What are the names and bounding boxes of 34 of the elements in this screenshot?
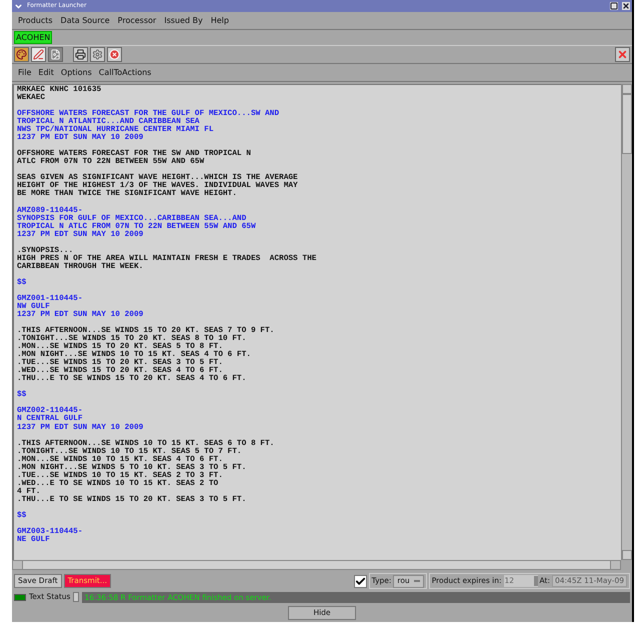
close-icon[interactable] xyxy=(622,2,630,10)
pencil-icon xyxy=(33,49,44,60)
stop-button[interactable] xyxy=(107,47,122,62)
status-toggle[interactable] xyxy=(73,592,80,602)
settings-button[interactable] xyxy=(90,47,105,62)
stop-icon xyxy=(109,49,120,60)
menu-item[interactable]: Help xyxy=(210,14,229,26)
menu-item[interactable]: Edit xyxy=(38,66,54,78)
close-button[interactable] xyxy=(615,47,630,62)
check-icon xyxy=(354,576,366,586)
menu-item[interactable]: File xyxy=(18,66,32,78)
close-icon xyxy=(617,49,628,60)
palette-icon xyxy=(16,49,27,60)
print-button[interactable] xyxy=(73,47,88,62)
menu-item[interactable]: Issued By xyxy=(164,14,203,26)
document-button[interactable] xyxy=(48,47,63,62)
horizontal-scrollbar[interactable] xyxy=(12,560,621,570)
menu-item[interactable]: Processor xyxy=(118,14,156,26)
printer-icon xyxy=(75,49,86,60)
menu-item[interactable]: Data Source xyxy=(60,14,110,26)
menu-item[interactable]: Options xyxy=(60,66,92,78)
user-badge: ACOHEN xyxy=(14,31,52,44)
maximize-icon[interactable] xyxy=(610,2,618,10)
palette-button[interactable] xyxy=(14,47,29,62)
menu-item[interactable]: Products xyxy=(18,14,53,26)
menu-item[interactable]: CallToActions xyxy=(98,66,152,78)
auto-checkbox[interactable] xyxy=(354,574,367,588)
settings-icon xyxy=(92,49,103,60)
edit-button[interactable] xyxy=(31,47,46,62)
window-menu-icon[interactable] xyxy=(14,2,23,10)
text-editor[interactable] xyxy=(12,84,621,560)
status-indicator xyxy=(14,594,26,600)
vertical-scrollbar[interactable] xyxy=(621,84,632,560)
document-icon xyxy=(50,49,61,60)
